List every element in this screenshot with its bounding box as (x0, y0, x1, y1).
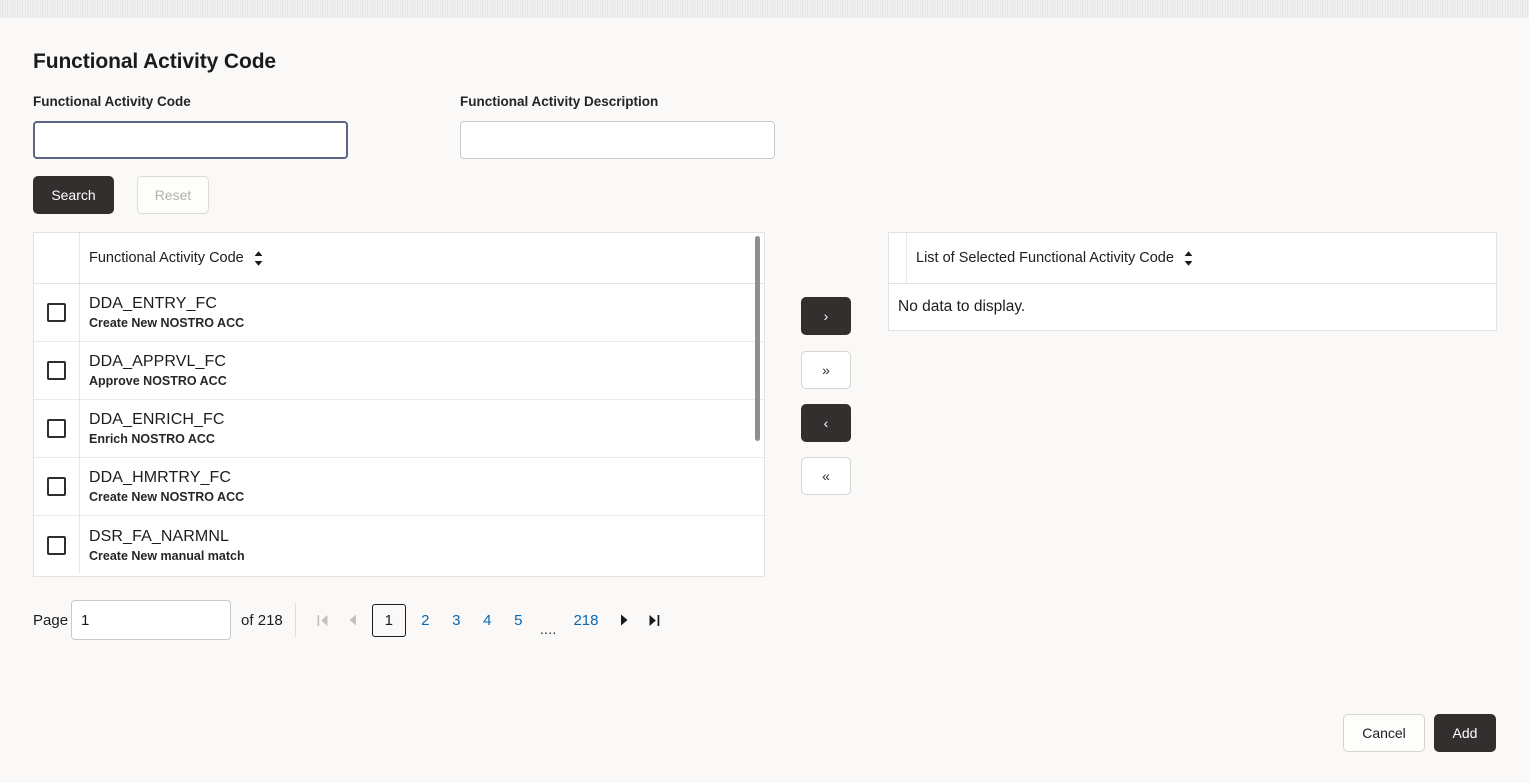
row-description: Enrich NOSTRO ACC (89, 432, 215, 446)
row-checkbox-cell (34, 284, 80, 341)
pagination-divider (294, 603, 296, 637)
table-row[interactable]: DDA_ENTRY_FC Create New NOSTRO ACC (34, 284, 764, 342)
move-all-right-button[interactable]: » (801, 351, 851, 389)
functional-activity-code-page: Functional Activity Code Functional Acti… (0, 0, 1529, 783)
row-content: DDA_HMRTRY_FC Create New NOSTRO ACC (80, 458, 244, 515)
row-code: DSR_FA_NARMNL (89, 527, 230, 545)
row-code: DDA_ENTRY_FC (89, 295, 218, 312)
row-checkbox-cell (34, 342, 80, 399)
selected-table-header: List of Selected Functional Activity Cod… (889, 233, 1496, 284)
table-scrollbar-thumb[interactable] (755, 236, 760, 441)
available-table-header: Functional Activity Code (34, 233, 764, 284)
row-checkbox[interactable] (47, 419, 66, 438)
pagination: Page of 218 1 2 3 4 5 .... 218 (33, 597, 669, 643)
next-page-icon[interactable] (609, 604, 639, 636)
first-page-icon[interactable] (308, 604, 338, 636)
selected-table-column-label: List of Selected Functional Activity Cod… (916, 250, 1174, 266)
row-description: Create New NOSTRO ACC (89, 490, 245, 504)
table-row[interactable]: DDA_ENRICH_FC Enrich NOSTRO ACC (34, 400, 764, 458)
row-code: DDA_HMRTRY_FC (89, 469, 232, 486)
functional-activity-code-input[interactable] (33, 121, 348, 159)
selected-table-spacer-cell (889, 233, 907, 283)
move-left-button[interactable]: ‹ (801, 404, 851, 442)
page-number-input[interactable] (71, 600, 232, 640)
row-code: DDA_APPRVL_FC (89, 353, 227, 370)
move-all-left-button[interactable]: « (801, 457, 851, 495)
functional-activity-description-input[interactable] (460, 121, 775, 159)
sort-updown-icon[interactable] (253, 250, 264, 267)
row-checkbox[interactable] (47, 361, 66, 380)
select-all-cell (34, 233, 80, 283)
functional-activity-description-label: Functional Activity Description (460, 94, 659, 109)
move-right-button[interactable]: › (801, 297, 851, 335)
row-code: DDA_ENRICH_FC (89, 411, 225, 428)
row-content: DDA_ENTRY_FC Create New NOSTRO ACC (80, 284, 244, 341)
selected-items-table: List of Selected Functional Activity Cod… (888, 232, 1497, 331)
cancel-button[interactable]: Cancel (1343, 714, 1425, 752)
page-title: Functional Activity Code (33, 50, 277, 73)
page-button-2[interactable]: 2 (414, 605, 437, 636)
prev-page-icon[interactable] (338, 604, 368, 636)
row-checkbox[interactable] (47, 477, 66, 496)
page-button-1[interactable]: 1 (371, 603, 406, 637)
last-page-icon[interactable] (639, 604, 669, 636)
page-button-last[interactable]: 218 (566, 605, 605, 636)
page-button-3[interactable]: 3 (445, 605, 468, 636)
reset-button[interactable]: Reset (137, 176, 209, 214)
row-content: DDA_APPRVL_FC Approve NOSTRO ACC (80, 342, 227, 399)
row-checkbox-cell (34, 400, 80, 457)
row-checkbox[interactable] (47, 535, 66, 555)
table-row[interactable]: DDA_HMRTRY_FC Create New NOSTRO ACC (34, 458, 764, 516)
row-checkbox[interactable] (47, 303, 66, 322)
available-table-body: DDA_ENTRY_FC Create New NOSTRO ACC DDA_A… (34, 284, 764, 574)
row-content: DDA_ENRICH_FC Enrich NOSTRO ACC (80, 400, 225, 457)
pagination-ellipsis: .... (539, 621, 557, 638)
selected-table-column-header[interactable]: List of Selected Functional Activity Cod… (907, 250, 1194, 267)
row-content: DSR_FA_NARMNL Create New manual match (80, 516, 245, 574)
page-button-5[interactable]: 5 (507, 605, 530, 636)
add-button[interactable]: Add (1434, 714, 1496, 752)
row-checkbox-cell (34, 516, 80, 574)
table-row[interactable]: DSR_FA_NARMNL Create New manual match (34, 516, 764, 574)
total-pages-label: of 218 (241, 611, 283, 629)
row-description: Create New NOSTRO ACC (89, 316, 245, 330)
row-description: Approve NOSTRO ACC (89, 374, 227, 388)
row-checkbox-cell (34, 458, 80, 515)
available-items-table: Functional Activity Code DDA_ENTRY_FC Cr… (33, 232, 765, 577)
sort-updown-icon[interactable] (1183, 250, 1194, 267)
row-description: Create New manual match (89, 548, 245, 563)
selected-table-empty-message: No data to display. (898, 298, 1026, 315)
page-button-4[interactable]: 4 (476, 605, 499, 636)
functional-activity-code-label: Functional Activity Code (33, 94, 191, 109)
table-row[interactable]: DDA_APPRVL_FC Approve NOSTRO ACC (34, 342, 764, 400)
top-texture-strip (0, 0, 1529, 18)
search-button[interactable]: Search (33, 176, 114, 214)
available-table-column-label: Functional Activity Code (89, 250, 244, 266)
available-table-column-header[interactable]: Functional Activity Code (80, 250, 264, 267)
page-label: Page (33, 611, 69, 629)
